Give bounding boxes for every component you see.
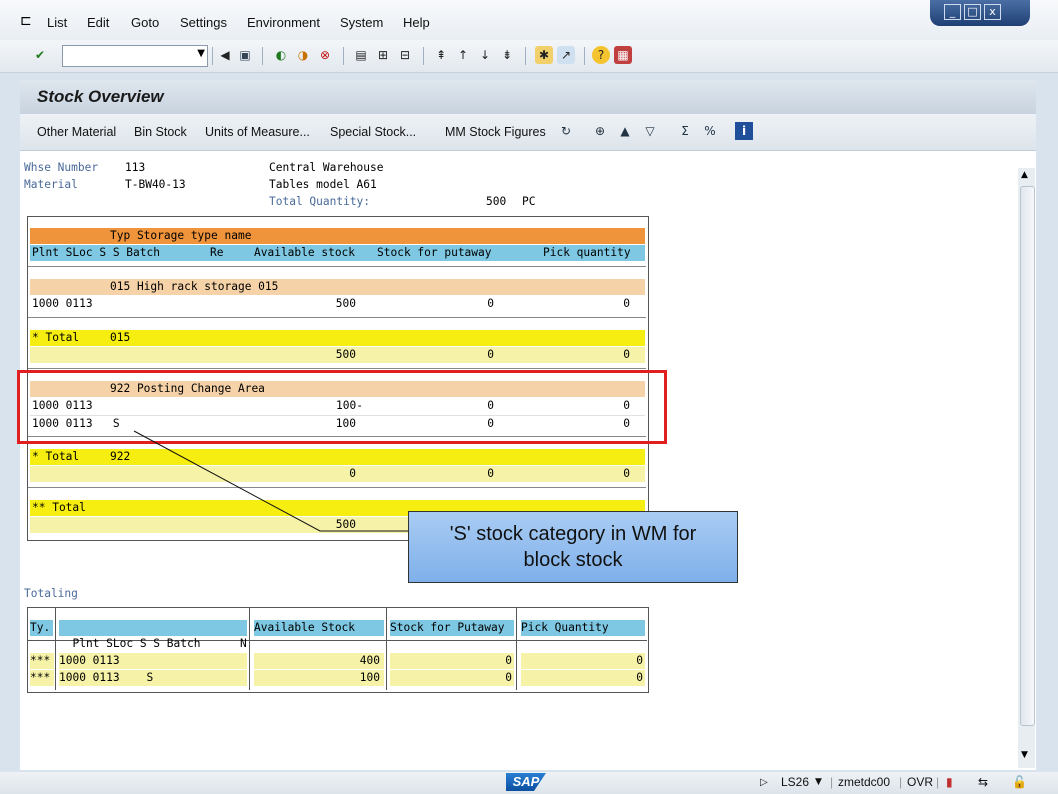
- status-expand-icon[interactable]: ▷: [760, 777, 768, 788]
- scroll-down-icon[interactable]: ▼: [1021, 750, 1028, 760]
- tot-row-putaway: 0: [390, 653, 514, 669]
- callout-line-2: block stock: [523, 549, 623, 571]
- tot-row-pick: 0: [521, 670, 645, 686]
- tot-header-n: N: [240, 637, 247, 650]
- tot-header-available: Available Stock: [254, 620, 384, 636]
- tot-row-ty: ***: [30, 653, 54, 669]
- tot-row-available: 100: [254, 670, 384, 686]
- scroll-thumb[interactable]: [1020, 186, 1035, 726]
- tot-header-pick: Pick Quantity: [521, 620, 645, 636]
- separator: |: [830, 775, 834, 789]
- totaling-title: Totaling: [24, 587, 78, 600]
- tot-row-key: 1000 0113: [59, 653, 247, 669]
- status-server: zmetdc00: [838, 775, 891, 789]
- tot-header-key: Plnt SLoc S S Batch N: [59, 620, 247, 650]
- separator: |: [899, 775, 903, 789]
- tot-header-putaway: Stock for Putaway: [390, 620, 514, 636]
- tot-row-ty: ***: [30, 670, 54, 686]
- chevron-down-icon[interactable]: ▼: [815, 777, 822, 787]
- lock-icon[interactable]: 🔓: [1012, 775, 1027, 789]
- callout-line-1: 'S' stock category in WM for: [449, 523, 697, 545]
- tot-row-putaway: 0: [390, 670, 514, 686]
- tot-header-key-label: Plnt SLoc S S Batch: [72, 637, 201, 650]
- separator: |: [936, 775, 940, 789]
- status-mode: OVR: [907, 775, 934, 789]
- status-signal-icon: ▮: [946, 775, 953, 789]
- callout-box: 'S' stock category in WM for block stock: [408, 511, 738, 583]
- tot-row-key: 1000 0113 S: [59, 670, 247, 686]
- status-transaction: LS26: [781, 775, 810, 789]
- tot-row-pick: 0: [521, 653, 645, 669]
- callout-line: [133, 430, 408, 532]
- tot-row-available: 400: [254, 653, 384, 669]
- status-transfer-icon: ⇆: [978, 775, 989, 789]
- tot-header-ty: Ty.: [30, 620, 53, 636]
- scroll-up-icon[interactable]: ▲: [1021, 170, 1028, 180]
